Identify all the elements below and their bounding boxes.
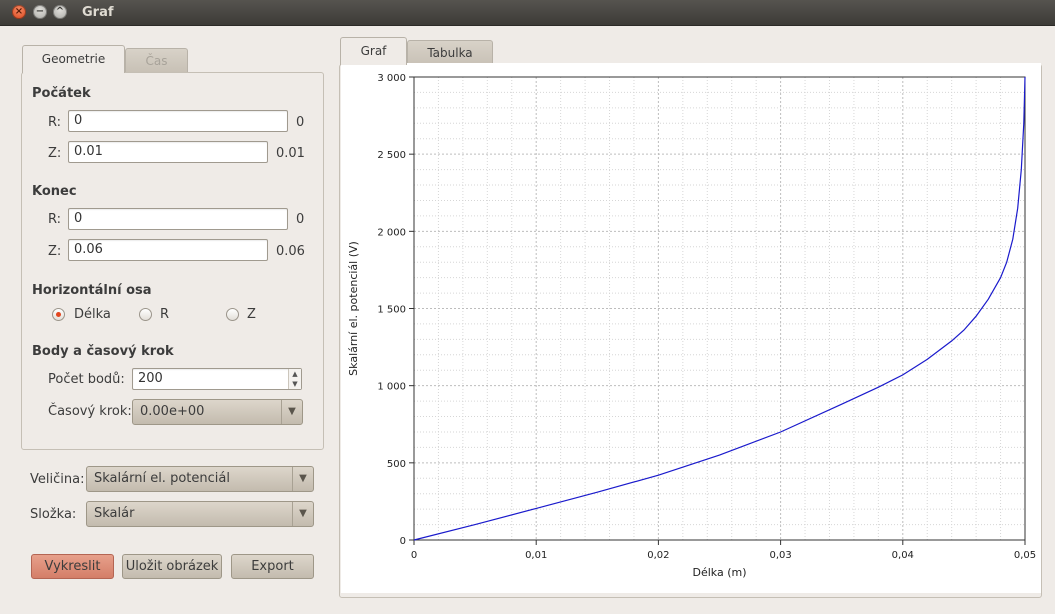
time-step-value: 0.00e+00 (140, 404, 205, 419)
title-bar: × − ^ Graf (0, 0, 1055, 26)
point-count-value: 200 (138, 371, 163, 386)
chevron-down-icon: ▼ (292, 467, 313, 491)
point-count-spinbox[interactable]: 200 ▲ ▼ (132, 368, 302, 390)
start-section-title: Počátek (32, 86, 91, 101)
y-tick-label: 3 000 (377, 73, 406, 84)
x-tick-label: 0,04 (892, 550, 914, 561)
export-button[interactable]: Export (231, 554, 314, 579)
time-step-combo[interactable]: 0.00e+00 ▼ (132, 399, 303, 425)
save-image-button[interactable]: Uložit obrázek (122, 554, 222, 579)
y-tick-label: 500 (387, 459, 406, 470)
spin-arrows-icon[interactable]: ▲ ▼ (288, 369, 301, 389)
chevron-down-icon: ▼ (281, 400, 302, 424)
radio-r-label: R (160, 307, 170, 322)
chart-background (341, 63, 1041, 593)
quantity-combo[interactable]: Skalární el. potenciál ▼ (86, 466, 314, 492)
quantity-value: Skalární el. potenciál (94, 471, 230, 486)
x-tick-label: 0,02 (647, 550, 669, 561)
tab-table[interactable]: Tabulka (407, 40, 493, 65)
y-tick-label: 1 500 (377, 305, 406, 316)
y-tick-label: 2 500 (377, 150, 406, 161)
start-r-label: R: (48, 115, 62, 130)
tab-graph[interactable]: Graf (340, 37, 407, 65)
start-z-label: Z: (48, 146, 62, 161)
radio-z[interactable] (226, 308, 239, 321)
close-icon[interactable]: × (12, 5, 26, 19)
points-section-title: Body a časový krok (32, 344, 174, 359)
chart: 0 0,01 0,02 0,03 0,04 0,05 0 500 1 000 1 500 2 00… (341, 63, 1041, 593)
end-r-label: R: (48, 212, 62, 227)
quantity-label: Veličina: (30, 472, 85, 487)
tab-geometry[interactable]: Geometrie (22, 45, 125, 73)
axis-section-title: Horizontální osa (32, 283, 152, 298)
x-tick-label: 0,03 (769, 550, 791, 561)
component-value: Skalár (94, 506, 135, 521)
chevron-down-icon: ▼ (292, 502, 313, 526)
y-tick-label: 2 000 (377, 227, 406, 238)
y-tick-label: 1 000 (377, 382, 406, 393)
end-z-label: Z: (48, 244, 62, 259)
maximize-icon[interactable]: ^ (53, 5, 67, 19)
end-section-title: Konec (32, 184, 77, 199)
start-r-input[interactable]: 0 (68, 110, 288, 132)
x-axis-title: Délka (m) (692, 566, 746, 579)
y-axis-title: Skalární el. potenciál (V) (347, 241, 360, 376)
start-r-readout: 0 (296, 115, 305, 130)
x-tick-label: 0 (411, 550, 417, 561)
point-count-label: Počet bodů: (48, 372, 125, 387)
radio-length[interactable] (52, 308, 65, 321)
tab-time[interactable]: Čas (125, 48, 188, 72)
x-tick-label: 0,01 (525, 550, 547, 561)
end-z-readout: 0.06 (276, 244, 305, 259)
radio-length-label: Délka (74, 307, 111, 322)
radio-r[interactable] (139, 308, 152, 321)
start-z-input[interactable]: 0.01 (68, 141, 268, 163)
end-z-input[interactable]: 0.06 (68, 239, 268, 261)
radio-z-label: Z (247, 307, 256, 322)
component-combo[interactable]: Skalár ▼ (86, 501, 314, 527)
component-label: Složka: (30, 507, 77, 522)
time-step-label: Časový krok: (48, 404, 132, 419)
end-r-input[interactable]: 0 (68, 208, 288, 230)
end-r-readout: 0 (296, 212, 305, 227)
y-tick-label: 0 (400, 536, 406, 547)
start-z-readout: 0.01 (276, 146, 305, 161)
window-title: Graf (82, 5, 114, 20)
x-tick-label: 0,05 (1014, 550, 1036, 561)
minimize-icon[interactable]: − (33, 5, 47, 19)
plot-button[interactable]: Vykreslit (31, 554, 114, 579)
